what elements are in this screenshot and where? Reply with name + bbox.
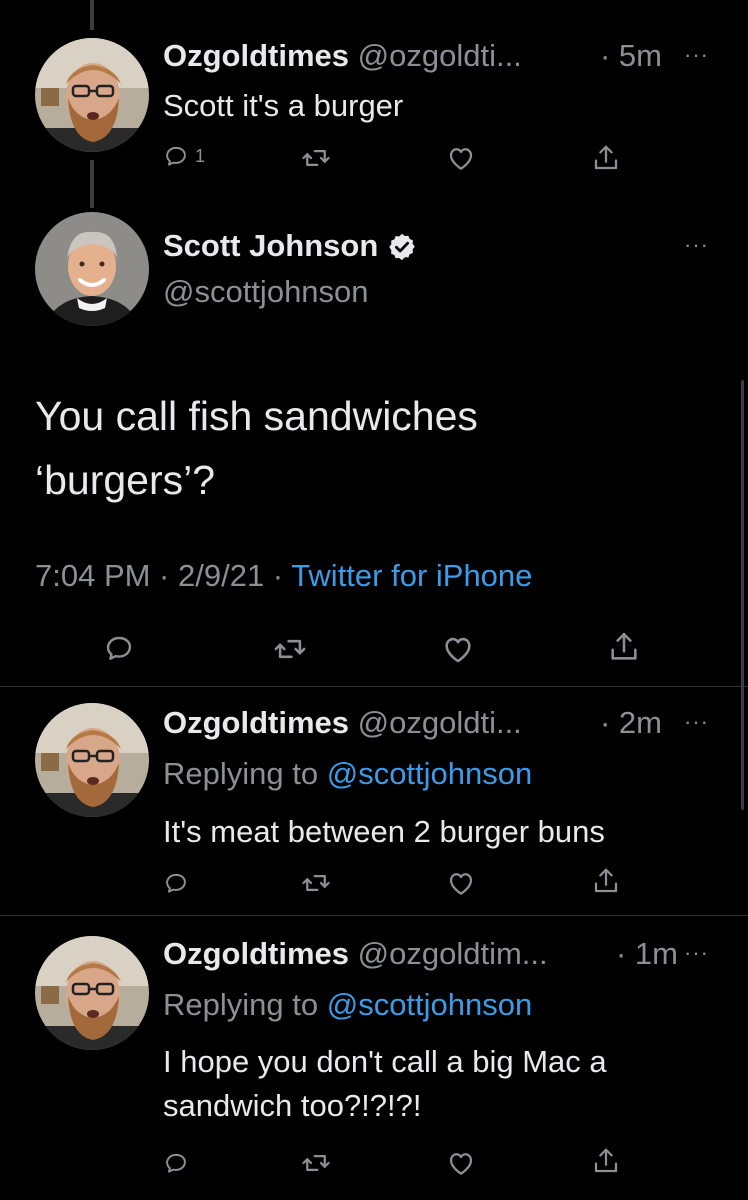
tweet-source-link[interactable]: Twitter for iPhone: [291, 558, 532, 593]
tweet-time[interactable]: · 1m: [616, 934, 678, 974]
share-button[interactable]: [607, 630, 641, 664]
display-name[interactable]: Ozgoldtimes: [163, 705, 349, 740]
like-icon: [441, 632, 475, 666]
reply-count: 1: [195, 145, 206, 166]
avatar-image: [35, 703, 149, 817]
retweet-button[interactable]: [301, 868, 331, 898]
main-tweet-text: You call fish sandwiches ‘burgers’?: [35, 384, 478, 512]
avatar-image: [35, 38, 149, 152]
share-button[interactable]: [591, 866, 621, 896]
divider: [0, 915, 748, 916]
avatar[interactable]: [35, 703, 149, 817]
user-handle[interactable]: @ozgoldti...: [358, 38, 522, 73]
more-icon[interactable]: ···: [684, 42, 709, 68]
retweet-icon: [273, 632, 307, 666]
avatar[interactable]: [35, 38, 149, 152]
tweet-text-line: You call fish sandwiches: [35, 393, 478, 439]
reply-button[interactable]: [163, 870, 189, 896]
share-icon: [591, 143, 621, 173]
reply-icon: [103, 632, 135, 664]
replying-to-handle[interactable]: @scottjohnson: [327, 987, 533, 1022]
retweet-button[interactable]: [301, 143, 331, 173]
reply-icon: [163, 1150, 189, 1176]
user-handle[interactable]: @ozgoldtim...: [358, 936, 548, 971]
share-icon: [607, 630, 641, 664]
replying-to: Replying to @scottjohnson: [163, 985, 532, 1025]
share-button[interactable]: [591, 1146, 621, 1176]
tweet-text: I hope you don't call a big Mac a sandwi…: [163, 1040, 607, 1128]
user-handle[interactable]: @scottjohnson: [163, 272, 369, 312]
like-button[interactable]: [446, 1148, 476, 1178]
tweet-timestamp: 7:04 PM · 2/9/21 · Twitter for iPhone: [35, 556, 532, 596]
reply-icon: [163, 870, 189, 896]
retweet-icon: [301, 1148, 331, 1178]
replying-to-prefix: Replying to: [163, 987, 327, 1022]
replying-to: Replying to @scottjohnson: [163, 754, 532, 794]
like-icon: [446, 868, 476, 898]
divider: [0, 686, 748, 687]
tweet-header: Ozgoldtimes @ozgoldtim... · 1m: [163, 934, 678, 974]
like-icon: [446, 143, 476, 173]
reply-button[interactable]: 1: [163, 143, 205, 169]
more-icon[interactable]: ···: [684, 232, 709, 258]
share-button[interactable]: [591, 143, 621, 173]
more-icon[interactable]: ···: [684, 709, 709, 735]
scrollbar[interactable]: [741, 380, 744, 810]
replying-to-handle[interactable]: @scottjohnson: [327, 756, 533, 791]
tweet-header: Scott Johnson: [163, 226, 417, 266]
thread-connector-mid: [90, 160, 94, 208]
thread-connector-top: [90, 0, 94, 30]
verified-badge-icon: [389, 233, 415, 261]
retweet-button[interactable]: [273, 632, 307, 666]
avatar-image: [35, 936, 149, 1050]
tweet-text-line: I hope you don't call a big Mac a: [163, 1044, 607, 1079]
tweet-text-line: ‘burgers’?: [35, 457, 216, 503]
reply-icon: [163, 143, 189, 169]
avatar[interactable]: [35, 936, 149, 1050]
avatar-image: [35, 212, 149, 326]
tweet-text: It's meat between 2 burger buns: [163, 814, 605, 849]
display-name[interactable]: Scott Johnson: [163, 228, 378, 263]
display-name[interactable]: Ozgoldtimes: [163, 936, 349, 971]
replying-to-prefix: Replying to: [163, 756, 327, 791]
retweet-icon: [301, 143, 331, 173]
reply-button[interactable]: [103, 632, 135, 664]
tweet-text-line: sandwich too?!?!?!: [163, 1088, 422, 1123]
share-icon: [591, 866, 621, 896]
tweet-header: Ozgoldtimes @ozgoldti... · 5m: [163, 36, 662, 76]
reply-button[interactable]: [163, 1150, 189, 1176]
tweet-time[interactable]: · 2m: [600, 703, 662, 743]
tweet-header: Ozgoldtimes @ozgoldti... · 2m: [163, 703, 662, 743]
share-icon: [591, 1146, 621, 1176]
more-icon[interactable]: ···: [684, 940, 709, 966]
user-handle[interactable]: @ozgoldti...: [358, 705, 522, 740]
retweet-button[interactable]: [301, 1148, 331, 1178]
retweet-icon: [301, 868, 331, 898]
like-button[interactable]: [441, 632, 475, 666]
like-button[interactable]: [446, 868, 476, 898]
like-button[interactable]: [446, 143, 476, 173]
display-name[interactable]: Ozgoldtimes: [163, 38, 349, 73]
avatar[interactable]: [35, 212, 149, 326]
timestamp-text[interactable]: 7:04 PM · 2/9/21 ·: [35, 558, 291, 593]
tweet-text: Scott it's a burger: [163, 88, 404, 123]
like-icon: [446, 1148, 476, 1178]
tweet-time[interactable]: · 5m: [600, 36, 662, 76]
